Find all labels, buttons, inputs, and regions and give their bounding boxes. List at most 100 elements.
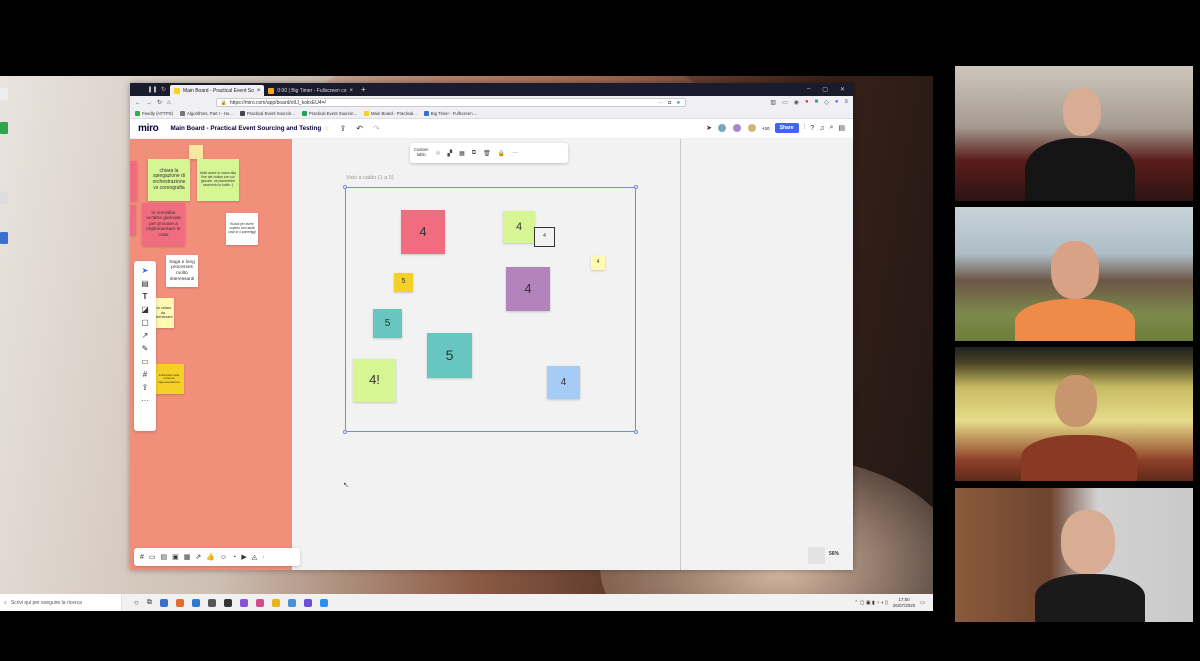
shape-tool-icon[interactable]: ▢ [141,318,149,327]
resize-handle[interactable] [343,430,347,434]
bookmark[interactable]: Practical Event Sourcin... [301,111,357,116]
desktop-icon[interactable] [0,192,8,204]
templates-icon[interactable]: ▤ [141,279,149,288]
bookmark-star-icon[interactable]: ★ [676,100,680,106]
sticky-note[interactable]: 4 [547,366,580,399]
avatar[interactable] [717,123,727,133]
emoji-icon[interactable]: ☺ [220,554,227,561]
text-tool-icon[interactable]: T [143,292,148,301]
participant-video[interactable] [955,347,1193,481]
sticky-note-tool-icon[interactable]: ◪ [141,305,149,314]
pen-tool-icon[interactable]: ✎ [142,344,149,353]
library-icon[interactable]: ▥ [770,99,776,106]
bookmark[interactable]: Practical Event Sourcin... [239,111,295,116]
minimize-icon[interactable]: – [807,86,810,93]
tab-main-board[interactable]: Main Board - Practical Event So × [170,85,265,96]
custom-style-label[interactable]: Custom tablo [414,148,428,157]
board-title[interactable]: Main Board - Practical Event Sourcing an… [170,125,321,132]
sticky-note[interactable]: 4 [591,256,605,270]
select-tool-icon[interactable]: ➤ [142,266,149,275]
board-menu-icon[interactable]: ▤ [838,124,845,132]
sticky-note[interactable]: 5 [394,273,413,292]
video-icon[interactable]: ▶ [241,553,246,561]
home-icon[interactable]: ⌂ [167,100,171,106]
star-icon[interactable]: ☆ [324,125,329,132]
close-icon[interactable]: × [350,88,354,94]
export-icon[interactable]: ⇗ [195,553,201,561]
extension-icon[interactable]: ◇ [824,99,829,106]
terminal-icon[interactable] [223,598,232,607]
participant-video[interactable] [955,66,1193,201]
board-canvas[interactable]: chiara la spiegazione di orchestrazione … [130,139,853,570]
app-icon[interactable] [207,598,216,607]
sticky-note[interactable]: 5 [427,333,472,378]
frames-icon[interactable]: # [140,554,144,561]
zoom-level[interactable]: 56% [829,551,839,557]
sticky-note[interactable]: Kudos per avere coperto così tante cose … [226,213,258,245]
menu-icon[interactable]: ≡ [844,99,848,106]
desktop-icon[interactable] [0,122,8,134]
chrome-icon[interactable] [271,598,280,607]
task-view-icon[interactable]: ⧉ [147,599,152,607]
forward-icon[interactable]: → [146,100,152,106]
clock[interactable]: 17:50 26/07/2020 [893,597,916,608]
sticky-note[interactable]: Saga e long processes molto interessanti [166,255,198,287]
sticky-note[interactable]: 4 [506,267,550,311]
resize-handle[interactable] [634,185,638,189]
tab-big-timer[interactable]: 0:00 | Big Timer - Fullscreen co × [264,85,357,96]
url-bar[interactable]: 🔒 https://miro.com/app/board/o9J_kokxEU4… [215,98,686,107]
export-icon[interactable]: ⇪ [340,124,347,133]
sticky-note[interactable]: bello avere in mano alla fine del codice… [197,159,239,201]
bookmark[interactable]: Big Timer - Fullscreen ... [423,111,477,116]
zoom-icon[interactable] [319,598,328,607]
reload-icon[interactable]: ↻ [157,99,162,106]
chat-icon[interactable]: ▤ [161,553,168,561]
notification-bell-icon[interactable]: ♫ [819,125,824,132]
help-icon[interactable]: ? [810,125,814,132]
minimap[interactable] [808,547,825,564]
notifications-icon[interactable]: ▭ [920,600,925,606]
pocket-icon[interactable]: ◘ [668,100,671,106]
more-tools-icon[interactable]: ··· [141,396,149,405]
align-icon[interactable]: ▞ [447,150,452,157]
resize-handle[interactable] [634,430,638,434]
avatar[interactable] [732,123,742,133]
sticky-note[interactable]: 4! [353,359,396,402]
app-icon[interactable] [255,598,264,607]
maximize-icon[interactable]: ▢ [822,86,828,93]
cursor-arrow-icon[interactable]: ➤ [706,124,712,132]
extension-icon[interactable]: ■ [815,99,819,106]
tray-icons[interactable]: ⌃ ▢ ▣ ▮ ◔ ◖ ▯ [854,600,888,606]
connection-line-icon[interactable]: ↗ [142,331,149,340]
screen-share-icon[interactable]: ▣ [172,553,179,561]
resize-handle[interactable] [343,185,347,189]
vscode-icon[interactable] [191,598,200,607]
pause-icon[interactable]: ❚❚ [147,85,157,94]
undo-icon[interactable]: ↶ [356,124,363,133]
new-tab-icon[interactable]: + [361,85,366,94]
bookmark[interactable]: Feedly (HTTPS) [135,111,173,116]
cortana-icon[interactable]: ○ [134,598,139,607]
extension-icon[interactable]: ● [835,99,839,106]
sidebar-icon[interactable]: ▭ [782,99,788,106]
reload-icon[interactable]: ↻ [159,85,168,94]
redo-icon[interactable]: ↷ [373,124,380,133]
desktop-icon[interactable] [0,88,8,100]
search-icon[interactable]: ⌕ [829,124,833,132]
bookmark[interactable]: Algorithms, Part I - Ho... [180,111,233,116]
sticky-note[interactable]: chiara la spiegazione di orchestrazione … [148,159,190,201]
participant-video[interactable] [955,488,1193,622]
close-icon[interactable]: × [257,88,261,94]
duplicate-icon[interactable]: ⧉ [472,150,476,157]
avatar[interactable] [747,123,757,133]
more-icon[interactable]: ··· [512,150,518,156]
settings-sliders-icon[interactable]: ⫶ [804,124,806,132]
share-button[interactable]: Share [774,123,799,133]
sticky-note[interactable]: 4 [534,227,555,247]
page-actions-icon[interactable]: ··· [658,100,663,106]
cards-icon[interactable]: ▦ [184,553,191,561]
gear-icon[interactable]: ✻ [435,150,440,157]
sticky-note[interactable]: 5 [373,309,402,338]
sticky-note[interactable] [130,161,137,201]
extension-icon[interactable]: ● [805,99,809,106]
